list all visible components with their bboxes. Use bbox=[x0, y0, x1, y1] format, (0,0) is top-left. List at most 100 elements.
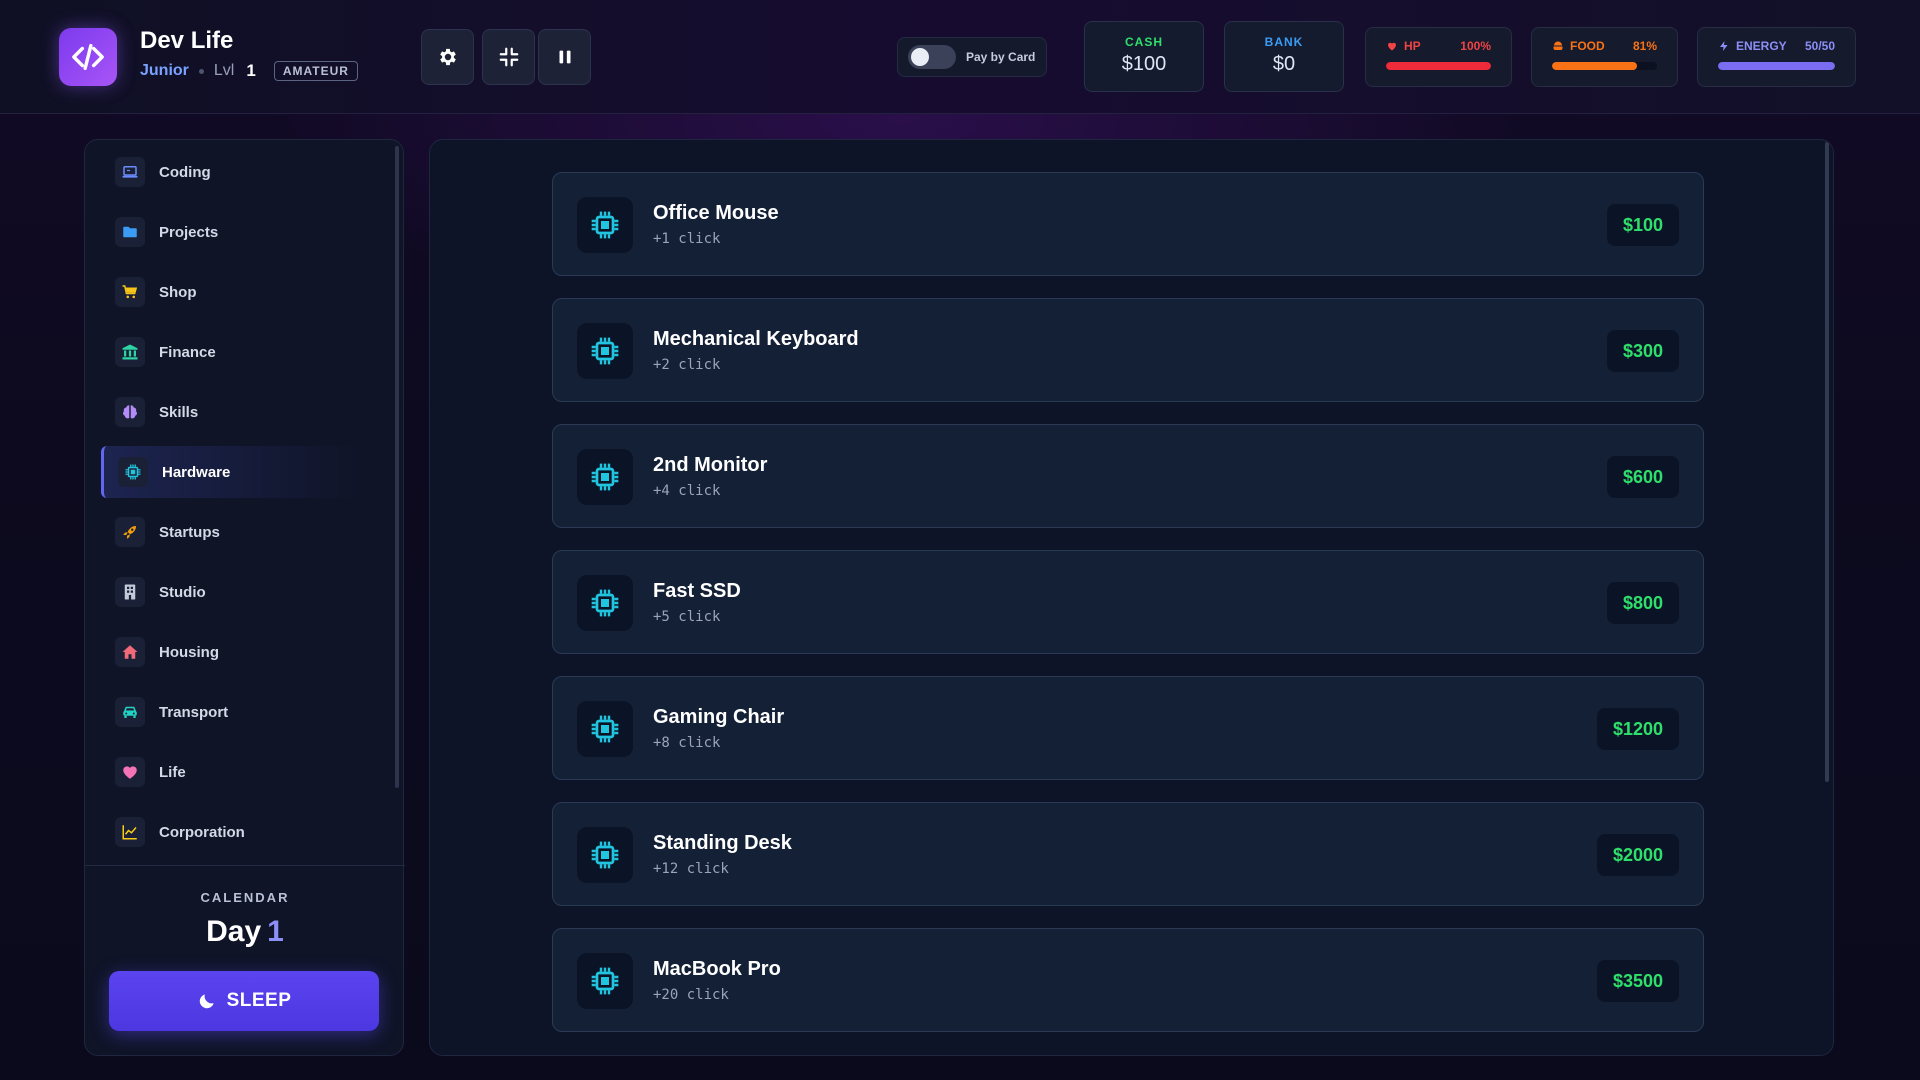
settings-button[interactable] bbox=[421, 29, 474, 85]
level-label: Lvl bbox=[213, 62, 235, 79]
calendar-day: Day 1 bbox=[85, 915, 405, 949]
separator-dot bbox=[198, 68, 204, 74]
gear-icon bbox=[439, 48, 456, 66]
cash-label: CASH bbox=[1124, 35, 1163, 49]
sidebar-item-label: Projects bbox=[159, 223, 219, 241]
pause-icon bbox=[559, 50, 570, 64]
bank-icon bbox=[122, 344, 138, 360]
buy-button[interactable]: $800 bbox=[1606, 582, 1679, 624]
chip-icon bbox=[591, 841, 619, 869]
food-label: FOOD bbox=[1570, 39, 1605, 53]
sidebar-item-transport[interactable]: Transport bbox=[101, 686, 361, 738]
chart-line-icon bbox=[122, 825, 137, 840]
car-icon bbox=[123, 706, 137, 718]
sidebar-item-label: Finance bbox=[159, 343, 216, 361]
food-value: 81% bbox=[1632, 39, 1657, 53]
heart-icon bbox=[123, 766, 137, 779]
laptop-icon bbox=[122, 166, 138, 178]
sidebar-item-icon bbox=[115, 277, 145, 307]
chip-icon bbox=[591, 463, 619, 491]
buy-button[interactable]: $600 bbox=[1606, 456, 1679, 498]
sleep-button[interactable]: SLEEP bbox=[109, 971, 379, 1031]
sidebar-item-icon bbox=[115, 337, 145, 367]
sidebar-item-icon bbox=[115, 217, 145, 247]
sleep-label: SLEEP bbox=[226, 990, 292, 1011]
sidebar-item-icon bbox=[115, 577, 145, 607]
buy-button[interactable]: $1200 bbox=[1596, 708, 1679, 750]
building-icon bbox=[124, 584, 136, 600]
hardware-item-bonus: +20 click bbox=[653, 987, 729, 1003]
buy-button[interactable]: $100 bbox=[1606, 204, 1679, 246]
sidebar-item-coding[interactable]: Coding bbox=[101, 146, 361, 198]
sidebar-item-corporation[interactable]: Corporation bbox=[101, 806, 361, 858]
hardware-item-name: Fast SSD bbox=[653, 580, 741, 602]
pay-by-card-label: Pay by Card bbox=[966, 50, 1036, 64]
sidebar-item-icon bbox=[115, 757, 145, 787]
buy-button[interactable]: $2000 bbox=[1596, 834, 1679, 876]
hardware-item-icon bbox=[577, 575, 633, 631]
hardware-item-name: Gaming Chair bbox=[653, 706, 785, 728]
compress-button[interactable] bbox=[482, 29, 535, 85]
hardware-item-icon bbox=[577, 197, 633, 253]
level-value: 1 bbox=[246, 61, 256, 80]
player-rank-row: Junior Lvl 1 AMATEUR bbox=[140, 61, 358, 81]
hardware-panel: Office Mouse +1 click $100 Mechanical Keybo… bbox=[429, 139, 1834, 1056]
sidebar-item-label: Hardware bbox=[162, 463, 231, 481]
top-bar: Dev Life Junior Lvl 1 AMATEUR Pay by Car… bbox=[0, 0, 1920, 114]
hardware-item[interactable]: Standing Desk +12 click $2000 bbox=[552, 802, 1704, 906]
main-scrollbar[interactable] bbox=[1825, 142, 1829, 782]
toggle-switch[interactable] bbox=[908, 45, 956, 69]
sidebar-item-label: Corporation bbox=[159, 823, 245, 841]
food-bar bbox=[1552, 62, 1657, 70]
hardware-item[interactable]: Fast SSD +5 click $800 bbox=[552, 550, 1704, 654]
sidebar-item-startups[interactable]: Startups bbox=[101, 506, 361, 558]
food-icon bbox=[1553, 41, 1563, 50]
sidebar-divider bbox=[85, 865, 405, 866]
hardware-item-bonus: +5 click bbox=[653, 609, 721, 625]
buy-button[interactable]: $3500 bbox=[1596, 960, 1679, 1002]
sidebar-item-life[interactable]: Life bbox=[101, 746, 361, 798]
hardware-item[interactable]: MacBook Pro +20 click $3500 bbox=[552, 928, 1704, 1032]
buy-button[interactable]: $300 bbox=[1606, 330, 1679, 372]
hardware-item-icon bbox=[577, 701, 633, 757]
sidebar-item-label: Transport bbox=[159, 703, 229, 721]
food-bar-fill bbox=[1552, 62, 1638, 70]
hardware-item-bonus: +2 click bbox=[653, 357, 721, 373]
sidebar-item-label: Shop bbox=[159, 283, 197, 301]
hp-value: 100% bbox=[1460, 39, 1491, 53]
hp-bar bbox=[1386, 62, 1491, 70]
sidebar-item-studio[interactable]: Studio bbox=[101, 566, 361, 618]
hardware-item[interactable]: 2nd Monitor +4 click $600 bbox=[552, 424, 1704, 528]
hardware-item[interactable]: Office Mouse +1 click $100 bbox=[552, 172, 1704, 276]
hardware-item-name: MacBook Pro bbox=[653, 958, 781, 980]
app-logo bbox=[59, 28, 117, 86]
sidebar-item-hardware[interactable]: Hardware bbox=[101, 446, 361, 498]
sidebar-item-skills[interactable]: Skills bbox=[101, 386, 361, 438]
sidebar-item-finance[interactable]: Finance bbox=[101, 326, 361, 378]
brain-icon bbox=[123, 405, 137, 419]
hardware-item[interactable]: Gaming Chair +8 click $1200 bbox=[552, 676, 1704, 780]
pay-by-card-toggle[interactable]: Pay by Card bbox=[897, 37, 1047, 77]
hardware-item-icon bbox=[577, 323, 633, 379]
food-stat: FOOD 81% bbox=[1531, 27, 1678, 87]
pause-button[interactable] bbox=[538, 29, 591, 85]
sidebar-item-housing[interactable]: Housing bbox=[101, 626, 361, 678]
sidebar-scrollbar[interactable] bbox=[395, 146, 399, 788]
lightning-icon bbox=[1720, 41, 1728, 51]
sidebar-item-projects[interactable]: Projects bbox=[101, 206, 361, 258]
hardware-item[interactable]: Mechanical Keyboard +2 click $300 bbox=[552, 298, 1704, 402]
energy-stat: ENERGY 50/50 bbox=[1697, 27, 1856, 87]
hardware-item-name: Standing Desk bbox=[653, 832, 792, 854]
sidebar: Coding Projects Shop Finance Skills Hardware S… bbox=[84, 139, 405, 1056]
bank-display: BANK $0 bbox=[1224, 21, 1344, 92]
chip-icon bbox=[591, 589, 619, 617]
code-icon bbox=[72, 43, 104, 71]
sidebar-item-shop[interactable]: Shop bbox=[101, 266, 361, 318]
hardware-item-bonus: +8 click bbox=[653, 735, 721, 751]
hardware-item-name: 2nd Monitor bbox=[653, 454, 768, 476]
calendar-label: CALENDAR bbox=[200, 890, 290, 905]
sidebar-item-label: Startups bbox=[159, 523, 220, 541]
house-icon bbox=[122, 645, 138, 659]
hp-label: HP bbox=[1404, 39, 1421, 53]
folder-icon bbox=[123, 226, 137, 238]
